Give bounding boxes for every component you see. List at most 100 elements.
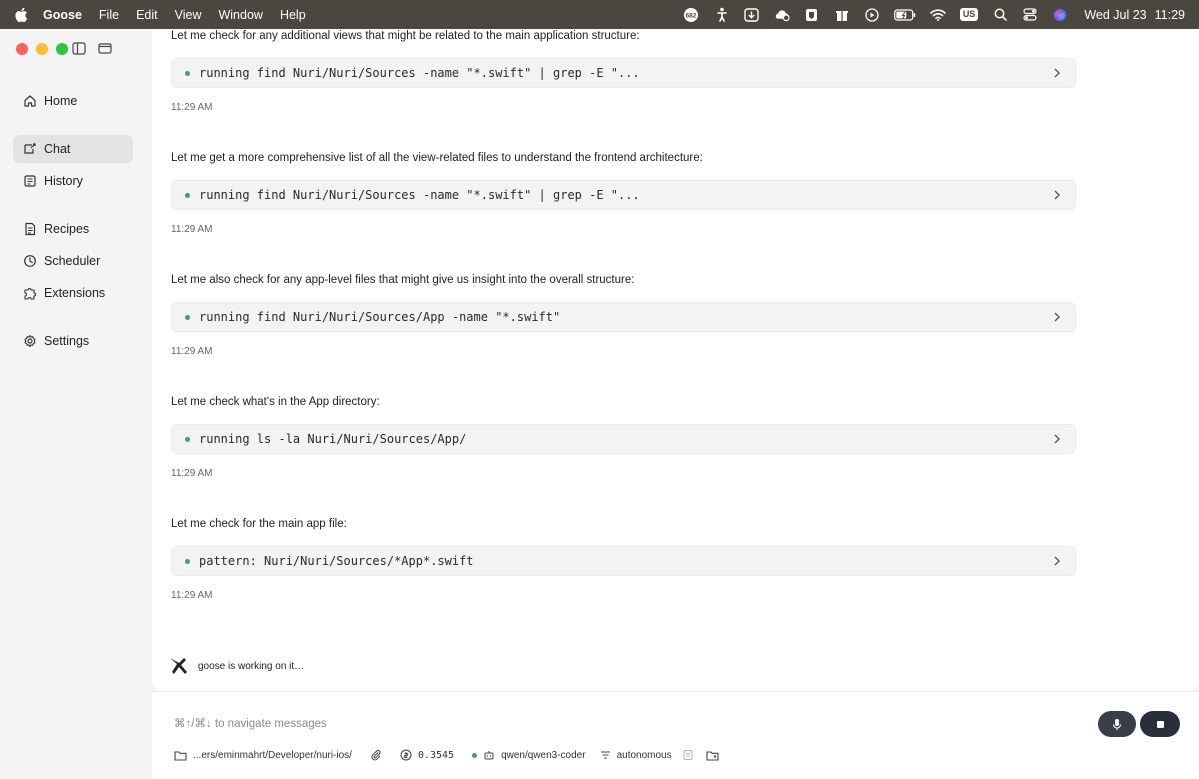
- chevron-right-icon[interactable]: [1053, 312, 1061, 322]
- chat-messages-panel: Let me check for any additional views th…: [152, 29, 1199, 691]
- tool-command: running find Nuri/Nuri/Sources/App -name…: [199, 310, 561, 324]
- history-icon: [24, 175, 36, 187]
- menubar-time[interactable]: 11:29: [1155, 8, 1185, 22]
- mode-icon: [600, 750, 610, 759]
- open-folder-icon[interactable]: [706, 750, 719, 761]
- assistant-message: Let me check what's in the App directory…: [171, 395, 1076, 479]
- app-window: Home Chat History Recipes Scheduler Exte…: [0, 29, 1199, 779]
- assistant-message: Let me check for any additional views th…: [171, 29, 1076, 113]
- menu-window[interactable]: Window: [218, 8, 262, 22]
- scheduler-icon: [24, 255, 36, 267]
- sidebar-item-history[interactable]: History: [13, 167, 133, 195]
- tool-command: pattern: Nuri/Nuri/Sources/*App*.swift: [199, 554, 474, 568]
- new-window-icon[interactable]: [98, 42, 112, 56]
- shield-icon[interactable]: [804, 8, 820, 22]
- sidebar-item-label: History: [44, 174, 83, 188]
- message-timestamp: 11:29 AM: [171, 590, 213, 601]
- menu-help[interactable]: Help: [280, 8, 306, 22]
- working-indicator: goose is working on it…: [168, 656, 304, 676]
- history-file-icon[interactable]: [682, 749, 694, 761]
- spotlight-search-icon[interactable]: [992, 8, 1008, 22]
- message-timestamp: 11:29 AM: [171, 224, 213, 235]
- stop-button[interactable]: [1140, 711, 1180, 737]
- microphone-button[interactable]: [1098, 711, 1136, 737]
- cost-value: 0.3545: [417, 749, 455, 761]
- recipes-icon: [25, 222, 36, 236]
- assistant-message: Let me also check for any app-level file…: [171, 273, 1076, 357]
- paperclip-icon[interactable]: [370, 749, 382, 761]
- chevron-right-icon[interactable]: [1053, 68, 1061, 78]
- sidebar-item-recipes[interactable]: Recipes: [13, 215, 133, 243]
- working-directory[interactable]: ...ers/eminmahrt/Developer/nuri-ios/: [174, 750, 352, 761]
- assistant-message: Let me get a more comprehensive list of …: [171, 151, 1076, 235]
- chevron-right-icon[interactable]: [1053, 190, 1061, 200]
- sidebar-item-label: Chat: [44, 142, 71, 156]
- message-text: Let me check for any additional views th…: [171, 30, 640, 42]
- chat-input-area: ⌘↑/⌘↓ to navigate messages ...ers/eminma…: [152, 691, 1199, 779]
- message-text: Let me get a more comprehensive list of …: [171, 152, 703, 164]
- bot-icon: [484, 751, 494, 760]
- status-dot-icon: [185, 70, 190, 76]
- status-dot-icon: [185, 314, 190, 320]
- model-selector[interactable]: qwen/qwen3-coder: [472, 749, 586, 761]
- menu-file[interactable]: File: [99, 8, 119, 22]
- menu-view[interactable]: View: [175, 8, 202, 22]
- gift-icon[interactable]: [834, 8, 850, 22]
- folder-icon: [174, 750, 187, 761]
- mode-selector[interactable]: autonomous: [600, 750, 672, 761]
- app-menu[interactable]: Goose: [43, 8, 82, 22]
- sidebar-item-chat[interactable]: Chat: [13, 135, 133, 163]
- message-text: Let me check for the main app file:: [171, 518, 347, 530]
- wifi-icon[interactable]: [930, 8, 946, 22]
- message-timestamp: 11:29 AM: [171, 346, 213, 357]
- badge-count: 682: [685, 12, 696, 19]
- sidebar-item-home[interactable]: Home: [13, 87, 133, 115]
- keyboard-layout-indicator[interactable]: US: [959, 8, 979, 21]
- sidebar-item-label: Extensions: [44, 286, 106, 300]
- close-window-button[interactable]: [16, 43, 28, 55]
- chevron-right-icon[interactable]: [1053, 556, 1061, 566]
- chat-input[interactable]: ⌘↑/⌘↓ to navigate messages: [174, 716, 327, 730]
- tool-call-row[interactable]: running find Nuri/Nuri/Sources/App -name…: [171, 302, 1076, 332]
- sidebar-toggle-icon[interactable]: [72, 42, 86, 56]
- chevron-right-icon[interactable]: [1053, 434, 1061, 444]
- sidebar-nav: Home Chat History Recipes Scheduler Exte…: [13, 87, 133, 359]
- badge-icon[interactable]: 682: [682, 7, 700, 22]
- sidebar-item-scheduler[interactable]: Scheduler: [13, 247, 133, 275]
- siri-icon[interactable]: [1052, 8, 1068, 22]
- goose-logo-icon: [170, 658, 187, 674]
- mode-name: autonomous: [616, 749, 672, 761]
- working-status-text: goose is working on it…: [198, 660, 305, 672]
- cloud-sync-icon[interactable]: [774, 8, 790, 22]
- assistant-message: Let me check for the main app file: patt…: [171, 517, 1076, 601]
- sidebar-item-settings[interactable]: Settings: [13, 327, 133, 355]
- menu-edit[interactable]: Edit: [136, 8, 158, 22]
- tool-call-row[interactable]: running ls -la Nuri/Nuri/Sources/App/: [171, 424, 1076, 454]
- message-text: Let me also check for any app-level file…: [171, 274, 635, 286]
- tool-command: running find Nuri/Nuri/Sources -name "*.…: [199, 66, 640, 80]
- tool-call-row[interactable]: pattern: Nuri/Nuri/Sources/*App*.swift: [171, 546, 1076, 576]
- tool-call-row[interactable]: running find Nuri/Nuri/Sources -name "*.…: [171, 180, 1076, 210]
- tool-command: running ls -la Nuri/Nuri/Sources/App/: [199, 432, 467, 446]
- apple-icon[interactable]: [14, 7, 30, 23]
- gear-icon: [24, 334, 36, 348]
- control-center-icon[interactable]: [1022, 8, 1038, 22]
- chat-icon: [24, 143, 36, 154]
- sidebar-item-label: Home: [44, 94, 78, 108]
- minimize-window-button[interactable]: [36, 43, 48, 55]
- maximize-window-button[interactable]: [56, 43, 68, 55]
- accessibility-icon[interactable]: [714, 7, 730, 22]
- play-icon[interactable]: [864, 7, 880, 22]
- message-timestamp: 11:29 AM: [171, 468, 213, 479]
- menu-bar: Goose File Edit View Window Help 682 US …: [0, 0, 1199, 29]
- extensions-icon: [24, 288, 36, 300]
- model-name: qwen/qwen3-coder: [501, 749, 586, 761]
- menubar-date[interactable]: Wed Jul 23: [1084, 8, 1146, 22]
- session-bar: ...ers/eminmahrt/Developer/nuri-ios/ 0.3…: [174, 746, 719, 764]
- tool-call-row[interactable]: running find Nuri/Nuri/Sources -name "*.…: [171, 58, 1076, 88]
- battery-icon[interactable]: [893, 8, 916, 22]
- sidebar: Home Chat History Recipes Scheduler Exte…: [0, 29, 152, 779]
- download-icon[interactable]: [744, 7, 760, 22]
- status-dot-icon: [185, 436, 190, 442]
- sidebar-item-extensions[interactable]: Extensions: [13, 279, 133, 307]
